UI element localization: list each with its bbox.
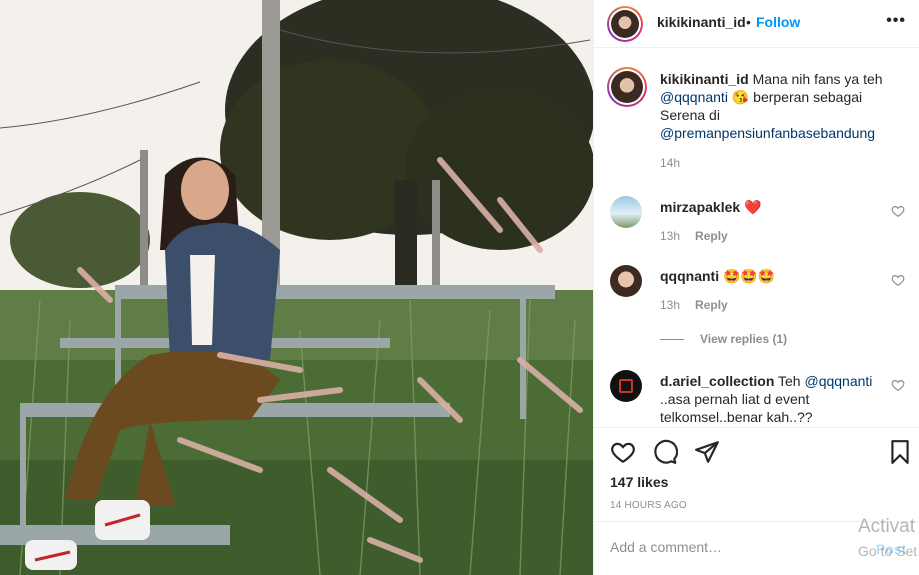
comment-meta: 13h Reply [660, 229, 728, 243]
post-header: kikikinanti_id • Follow ••• [594, 0, 919, 48]
header-separator: • [746, 14, 751, 30]
avatar-border [609, 69, 645, 105]
instagram-post: kikikinanti_id • Follow ••• kikikinanti_… [0, 0, 919, 575]
comment-text: Teh [778, 373, 801, 389]
windows-activation-watermark: Activat Go to Set [858, 515, 917, 563]
commenter-avatar[interactable] [610, 370, 642, 402]
author-avatar[interactable] [607, 6, 643, 42]
avatar-logo [619, 379, 633, 393]
reply-button[interactable]: Reply [695, 229, 728, 243]
comment-time[interactable]: 13h [660, 229, 680, 243]
comment-mention[interactable]: @qqqnanti [804, 373, 872, 389]
follow-button[interactable]: Follow [756, 14, 800, 30]
more-options-icon[interactable]: ••• [886, 12, 906, 30]
comments-section[interactable]: kikikinanti_id Mana nih fans ya teh @qqq… [594, 49, 919, 427]
caption-text: kikikinanti_id Mana nih fans ya teh @qqq… [660, 70, 905, 142]
caption-mention[interactable]: @qqqnanti [660, 89, 728, 105]
avatar-border [609, 8, 641, 40]
like-heart-icon[interactable] [610, 439, 636, 465]
post-sidebar: kikikinanti_id • Follow ••• kikikinanti_… [593, 0, 919, 575]
avatar-image [611, 71, 643, 103]
avatar-image [611, 10, 639, 38]
commenter-avatar[interactable] [610, 196, 642, 228]
caption-username[interactable]: kikikinanti_id [660, 71, 749, 87]
caption-avatar[interactable] [607, 67, 647, 107]
commenter-username[interactable]: mirzapaklek [660, 199, 740, 215]
comment-text: ..asa pernah liat d event telkomsel..ben… [660, 391, 813, 425]
reply-button[interactable]: Reply [695, 298, 728, 312]
comment-text: 🤩🤩🤩 [723, 268, 776, 284]
author-username[interactable]: kikikinanti_id [657, 14, 746, 30]
comment-body: d.ariel_collection Teh @qqqnanti ..asa p… [660, 372, 880, 426]
likes-count[interactable]: 147 likes [610, 474, 668, 490]
comment-text: ❤️ [744, 199, 762, 215]
comment-meta: 13h Reply [660, 298, 728, 312]
post-timestamp[interactable]: 14 HOURS AGO [610, 500, 687, 511]
comment-body: mirzapaklek ❤️ [660, 198, 880, 216]
watermark-line-2: Go to Set [858, 543, 918, 559]
view-replies-line [660, 338, 684, 340]
caption-mention[interactable]: @premanpensiunfanbasebandung [660, 125, 875, 141]
save-bookmark-icon[interactable] [887, 439, 913, 465]
comment-time[interactable]: 13h [660, 298, 680, 312]
commenter-username[interactable]: d.ariel_collection [660, 373, 774, 389]
view-replies-label: View replies (1) [700, 332, 788, 346]
photo-illustration [0, 0, 593, 575]
view-replies-button[interactable]: View replies (1) [660, 332, 787, 346]
comment-body: qqqnanti 🤩🤩🤩 [660, 267, 880, 285]
action-icons [610, 439, 720, 465]
emoji: 😘 [731, 89, 750, 105]
like-comment-heart-icon[interactable] [891, 378, 905, 392]
caption-text-part: Mana nih fans ya teh [752, 71, 883, 87]
caption-timestamp[interactable]: 14h [660, 156, 680, 170]
post-photo[interactable] [0, 0, 593, 575]
add-comment-input[interactable] [610, 539, 860, 555]
share-paper-plane-icon[interactable] [694, 439, 720, 465]
like-comment-heart-icon[interactable] [891, 204, 905, 218]
like-comment-heart-icon[interactable] [891, 273, 905, 287]
comment-bubble-icon[interactable] [652, 439, 679, 465]
commenter-avatar[interactable] [610, 265, 642, 297]
watermark-line-1: Activat [858, 516, 916, 537]
commenter-username[interactable]: qqqnanti [660, 268, 719, 284]
